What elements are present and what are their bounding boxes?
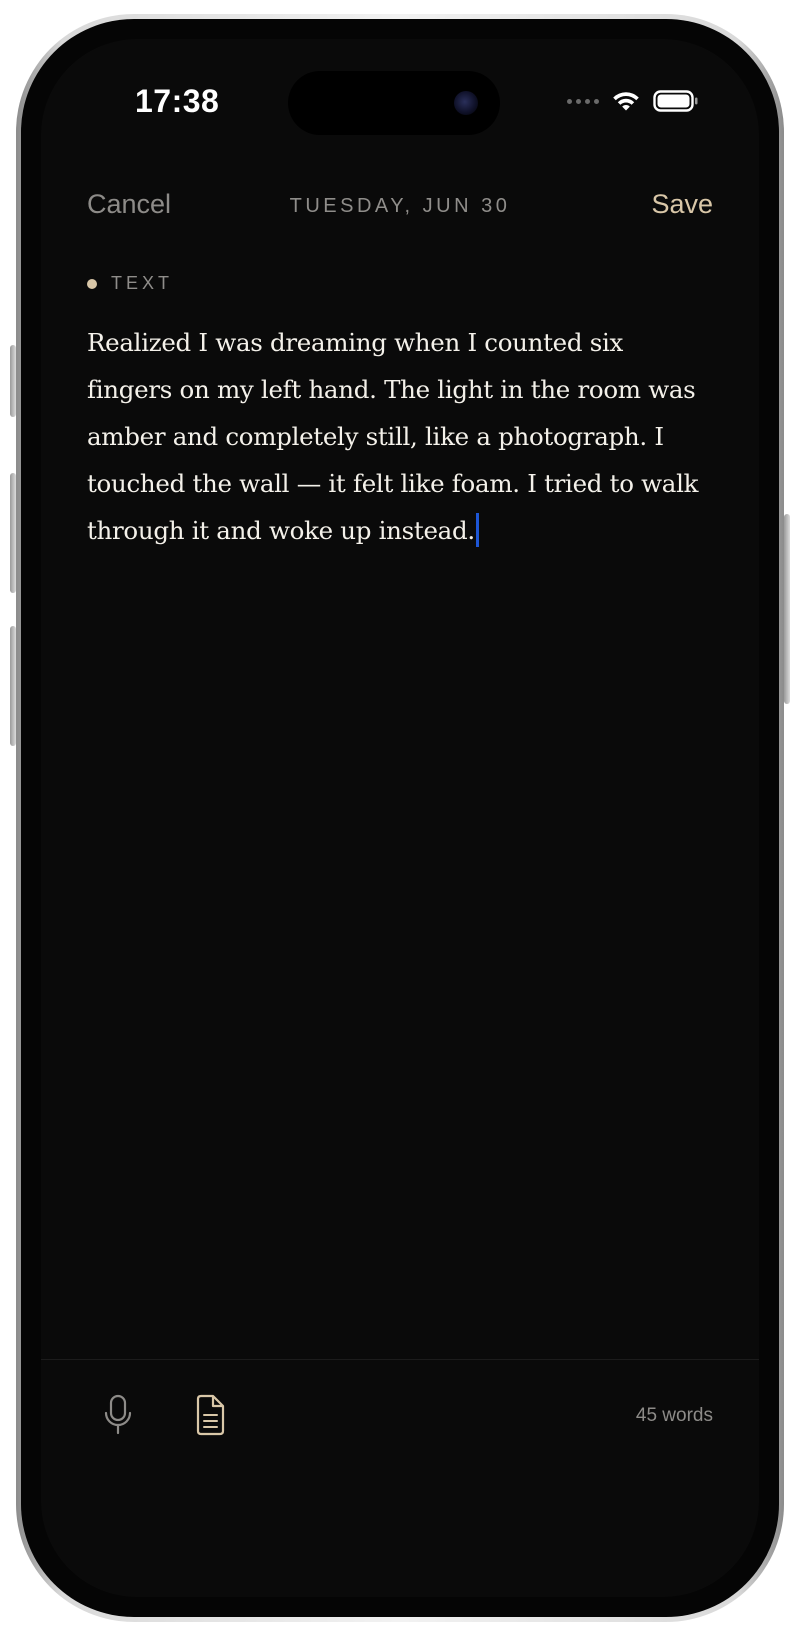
entry-type-dot: [87, 278, 97, 289]
volume-up-button: [10, 473, 16, 593]
microphone-icon[interactable]: [101, 1393, 135, 1437]
dynamic-island: [288, 71, 500, 135]
action-button: [10, 345, 16, 417]
phone-bezel: 17:38 Cancel TUESDAY, JUN 30 Save TEXT R…: [21, 19, 779, 1617]
battery-icon: [653, 90, 698, 112]
save-button[interactable]: Save: [651, 189, 713, 220]
phone-frame: 17:38 Cancel TUESDAY, JUN 30 Save TEXT R…: [16, 14, 784, 1622]
status-time: 17:38: [135, 83, 220, 119]
entry-text-editor[interactable]: Realized I was dreaming when I counted s…: [87, 319, 707, 554]
screen: 17:38 Cancel TUESDAY, JUN 30 Save TEXT R…: [41, 39, 759, 1597]
word-count: 45 words: [635, 1405, 713, 1426]
entry-text: Realized I was dreaming when I counted s…: [87, 328, 699, 545]
front-camera: [454, 91, 478, 115]
toolbar-divider: [41, 1359, 759, 1360]
text-cursor: [475, 513, 479, 547]
status-icons: [567, 89, 699, 113]
volume-down-button: [10, 626, 16, 746]
cellular-signal-icon: [567, 98, 599, 104]
wifi-icon: [613, 92, 639, 111]
entry-type-indicator: TEXT: [87, 273, 173, 294]
entry-type-label: TEXT: [111, 273, 174, 293]
document-icon[interactable]: [193, 1393, 227, 1437]
power-button: [784, 514, 790, 704]
